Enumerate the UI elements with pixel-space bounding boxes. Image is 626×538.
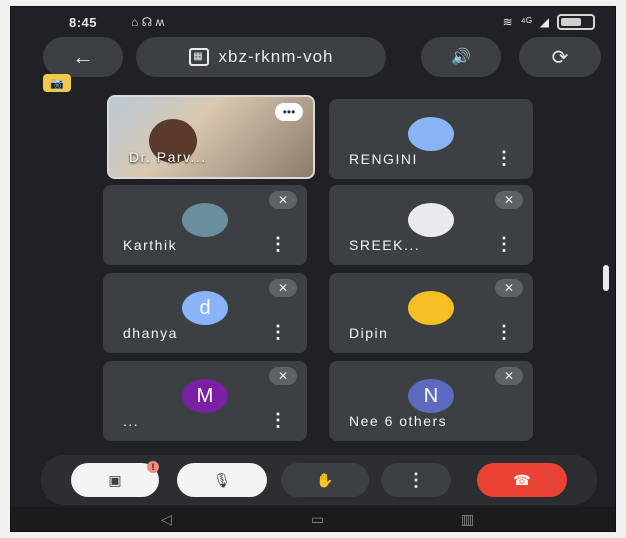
nav-back-icon[interactable]: ◁: [161, 511, 172, 528]
nav-home-icon[interactable]: ▭: [311, 511, 324, 528]
back-arrow-icon: ←: [72, 44, 94, 69]
meeting-code: xbz-rknm-voh: [218, 47, 334, 66]
avatar-initial: d: [199, 296, 211, 319]
network-icon: ⁴ᴳ: [520, 15, 532, 29]
camera-off-icon: 📷: [50, 77, 64, 90]
muted-mic-icon: ✕: [269, 279, 297, 297]
avatar: [182, 203, 228, 237]
alert-icon: !: [151, 462, 155, 472]
participant-tile[interactable]: M ✕ ... ⋮: [103, 361, 307, 441]
camera-alert-badge: !: [147, 461, 159, 473]
participant-name: RENGINI: [349, 151, 418, 167]
participant-tile-others[interactable]: N ✕ Nee 6 others: [329, 361, 533, 441]
camera-off-icon: ▣: [108, 471, 122, 488]
more-options-icon[interactable]: ⋮: [269, 323, 287, 341]
participant-name: ...: [123, 413, 140, 429]
avatar: M: [182, 379, 228, 413]
avatar: [408, 117, 454, 151]
scrollbar[interactable]: [603, 265, 609, 291]
participant-name: dhanya: [123, 325, 178, 341]
phone-screen: 8:45 ⌂ ☊ ʍ ≋ ⁴ᴳ ◢ ← ▦ xbz-rknm-voh 🔊 ⟳ 📷…: [10, 6, 616, 532]
mic-toggle-button[interactable]: 🎙: [177, 463, 267, 497]
wifi-icon: ≋: [502, 15, 513, 29]
muted-mic-icon: ✕: [495, 279, 523, 297]
switch-camera-icon: ⟳: [551, 46, 569, 69]
status-right: ≋ ⁴ᴳ ◢: [503, 14, 595, 30]
raise-hand-icon: ✋: [316, 471, 334, 488]
avatar: N: [408, 379, 454, 413]
more-options-icon[interactable]: ⋮: [495, 235, 513, 253]
avatar: [408, 203, 454, 237]
signal-icon: ◢: [539, 15, 549, 29]
raise-hand-button[interactable]: ✋: [281, 463, 369, 497]
more-options-icon[interactable]: ⋮: [269, 235, 287, 253]
battery-icon: [557, 14, 595, 30]
avatar-initial: N: [423, 384, 439, 407]
participant-tile[interactable]: ✕ SREEK... ⋮: [329, 185, 533, 265]
more-options-button[interactable]: ⋮: [381, 463, 451, 497]
participant-name: SREEK...: [349, 237, 421, 253]
mic-off-icon: 🎙: [213, 471, 231, 488]
participant-tile[interactable]: ✕ Dipin ⋮: [329, 273, 533, 353]
speaker-button[interactable]: 🔊: [421, 37, 501, 77]
calendar-icon: ▦: [188, 48, 209, 66]
muted-mic-icon: ✕: [495, 191, 523, 209]
muted-mic-icon: ✕: [495, 367, 523, 385]
speaking-indicator-icon: •••: [275, 103, 303, 121]
more-vert-icon: ⋮: [407, 469, 425, 490]
camera-toggle-button[interactable]: ▣: [71, 463, 159, 497]
notification-icons: ⌂ ☊ ʍ: [131, 15, 165, 29]
end-call-icon: ☎: [513, 471, 531, 488]
meeting-code-pill[interactable]: ▦ xbz-rknm-voh: [136, 37, 386, 77]
participant-name: Nee 6 others: [349, 413, 448, 429]
more-options-icon[interactable]: ⋮: [495, 149, 513, 167]
participant-tile[interactable]: ✕ Karthik ⋮: [103, 185, 307, 265]
end-call-button[interactable]: ☎: [477, 463, 567, 497]
status-time: 8:45: [69, 15, 98, 30]
nav-recents-icon[interactable]: ▥: [461, 511, 474, 528]
more-options-icon[interactable]: ⋮: [269, 411, 287, 429]
participant-name: Dipin: [349, 325, 389, 341]
speaker-icon: 🔊: [451, 49, 471, 66]
switch-camera-button[interactable]: ⟳: [519, 37, 601, 77]
participant-name: Karthik: [123, 237, 178, 253]
avatar: [408, 291, 454, 325]
participant-tile-video[interactable]: ••• Dr. Parv...: [107, 95, 315, 179]
participant-name: Dr. Parv...: [129, 149, 207, 165]
participant-tile[interactable]: d ✕ dhanya ⋮: [103, 273, 307, 353]
android-nav-bar: ◁ ▭ ▥: [11, 507, 615, 531]
avatar: d: [182, 291, 228, 325]
call-controls: ▣ 🎙 ✋ ⋮ ☎: [41, 455, 597, 505]
muted-mic-icon: ✕: [269, 191, 297, 209]
camera-off-indicator: 📷: [43, 74, 71, 92]
status-bar: 8:45 ⌂ ☊ ʍ ≋ ⁴ᴳ ◢: [11, 7, 615, 41]
back-button[interactable]: ←: [43, 37, 123, 77]
avatar-initial: M: [196, 384, 214, 407]
more-options-icon[interactable]: ⋮: [495, 323, 513, 341]
muted-mic-icon: ✕: [269, 367, 297, 385]
participant-tile[interactable]: RENGINI ⋮: [329, 99, 533, 179]
